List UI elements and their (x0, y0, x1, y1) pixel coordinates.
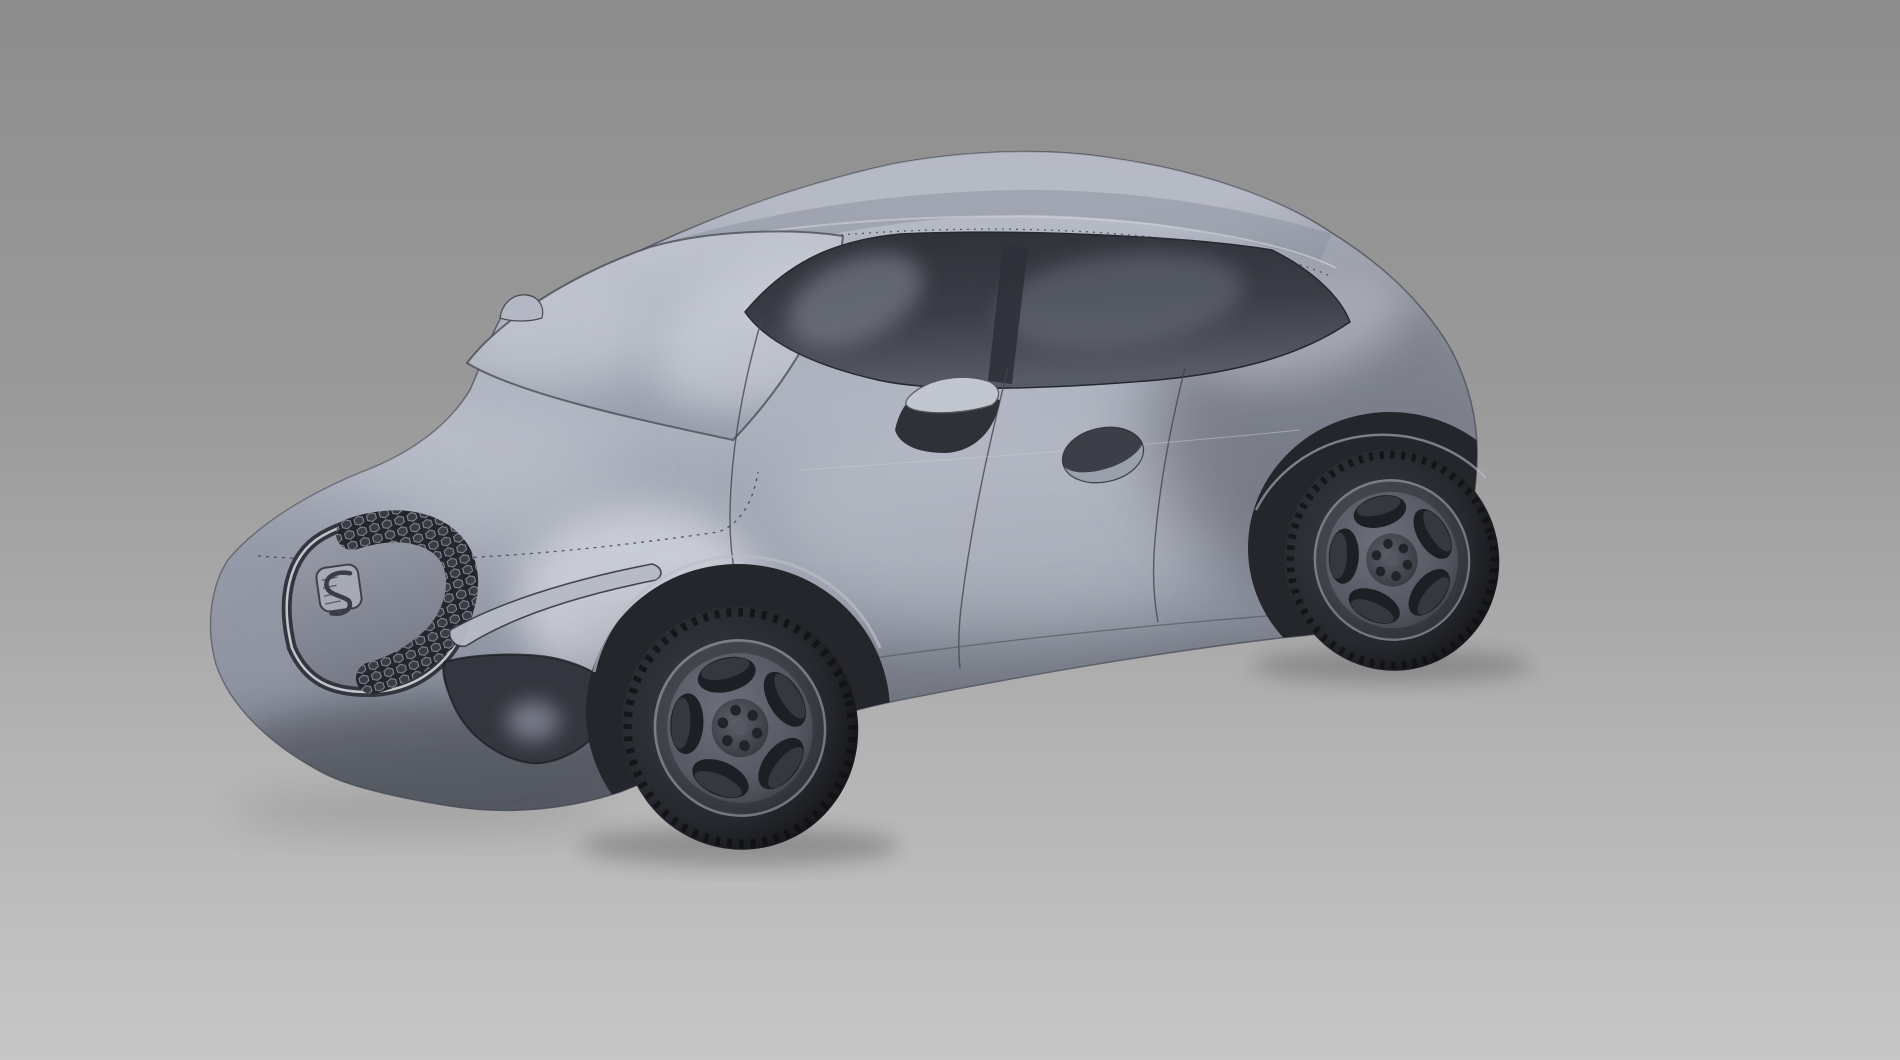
render-viewport[interactable] (0, 0, 1900, 1060)
fog-lamp (506, 701, 560, 741)
seat-s-badge-icon (315, 563, 363, 616)
car-render-canvas (0, 0, 1900, 1060)
cowl-sensor-bump (500, 295, 543, 321)
